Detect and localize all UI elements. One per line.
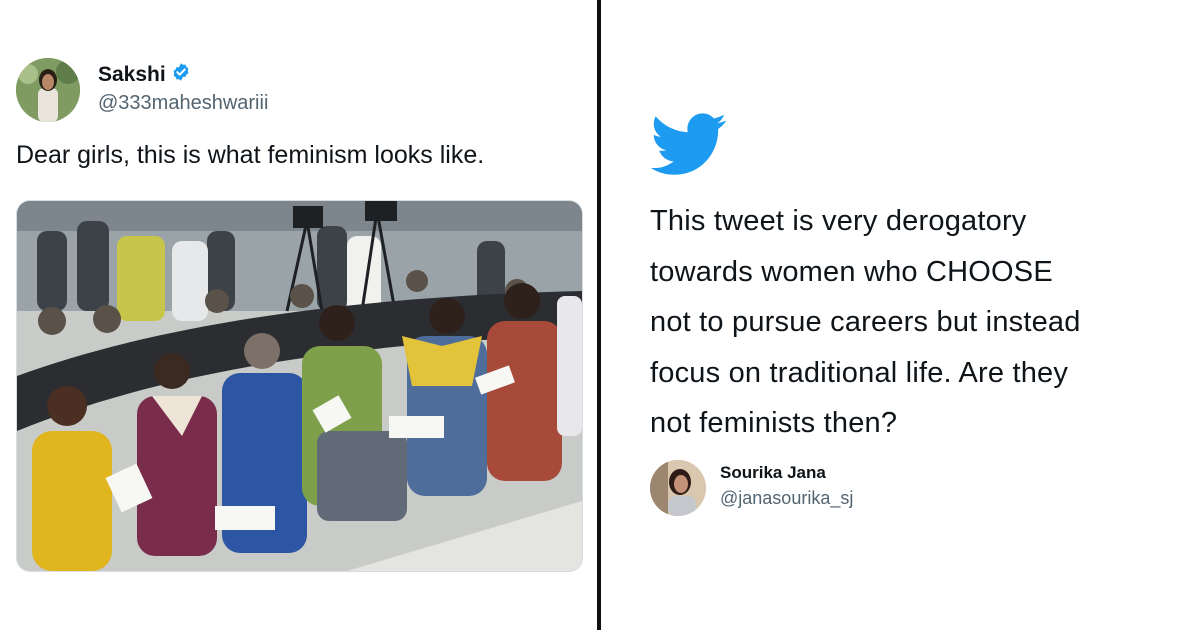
tweet-card-left: Sakshi @333maheshwariii Dear girls, this… — [0, 0, 597, 630]
tweet-line: not to pursue careers but instead — [650, 306, 1081, 338]
author-handle[interactable]: @333maheshwariii — [98, 90, 268, 116]
twitter-bird-icon — [650, 113, 728, 177]
tweet-line: This tweet is very derogatory — [650, 205, 1027, 237]
tweet-text: Dear girls, this is what feminism looks … — [16, 141, 485, 169]
author-name[interactable]: Sourika Jana — [720, 462, 853, 483]
tweet-line: focus on traditional life. Are they — [650, 356, 1069, 389]
author-name-row: Sakshi — [98, 62, 268, 88]
tweet-photo[interactable] — [16, 200, 583, 572]
verified-badge-icon — [171, 62, 191, 88]
avatar[interactable] — [650, 460, 706, 516]
tweet-line: not feminists then? — [650, 407, 898, 439]
tweet-card-right: This tweet is very derogatory towards wo… — [601, 0, 1200, 630]
author-handle[interactable]: @janasourika_sj — [720, 486, 853, 510]
tweet-line: towards women who CHOOSE — [650, 255, 1053, 288]
tweet-text: This tweet is very derogatory towards wo… — [650, 196, 1170, 449]
author-name[interactable]: Sakshi — [98, 63, 166, 87]
avatar[interactable] — [16, 58, 80, 122]
